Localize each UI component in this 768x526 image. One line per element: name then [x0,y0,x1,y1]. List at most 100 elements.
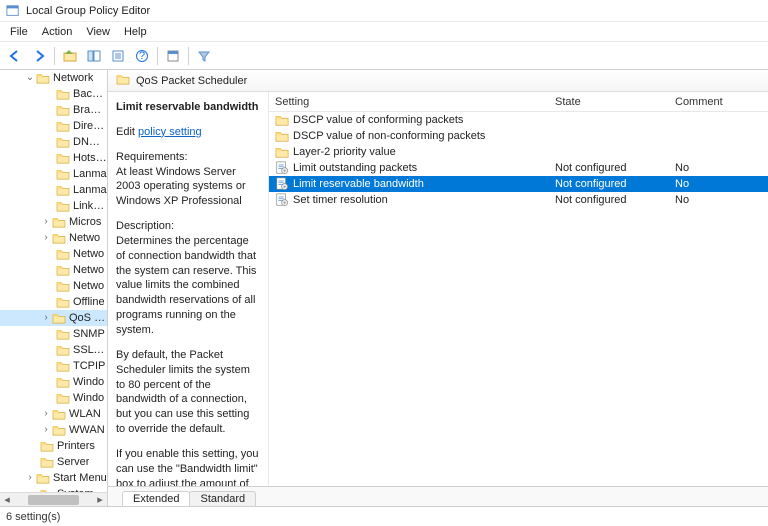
expand-icon[interactable]: › [40,310,52,326]
tab-extended[interactable]: Extended [122,491,190,506]
back-button[interactable] [4,45,26,67]
tree-item[interactable]: Offline [0,294,107,310]
tree-item[interactable]: Windo [0,374,107,390]
menu-help[interactable]: Help [118,24,153,40]
filter-button[interactable] [193,45,215,67]
export-list-button[interactable] [107,45,129,67]
tree-item[interactable]: Hotspo [0,150,107,166]
help-button[interactable]: ? [131,45,153,67]
setting-name: Layer-2 priority value [293,146,396,158]
tree-item[interactable]: Printers [0,438,107,454]
setting-row[interactable]: Set timer resolutionNot configuredNo [269,192,768,208]
up-button[interactable] [59,45,81,67]
expand-icon[interactable]: ⌄ [24,70,36,86]
tree-item-label: Link-La [73,198,107,214]
tree-item[interactable]: Lanma [0,182,107,198]
setting-row[interactable]: DSCP value of non-conforming packets [269,128,768,144]
column-comment[interactable]: Comment [669,96,768,108]
panel-title: QoS Packet Scheduler [136,75,247,87]
forward-button[interactable] [28,45,50,67]
expand-icon[interactable]: › [40,230,52,246]
folder-icon [56,328,70,340]
tree-item[interactable]: Link-La [0,198,107,214]
toolbar: ? [0,42,768,70]
app-icon [6,4,20,18]
tree-item-label: Windo [73,390,104,406]
folder-icon [36,472,50,484]
navigation-tree[interactable]: ⌄NetworkBackgrBranchDirectADNS CHotspoLa… [0,70,108,506]
tree-item-label: QoS Pa [69,310,107,326]
menu-action[interactable]: Action [36,24,79,40]
tree-item[interactable]: › QoS Pa [0,310,107,326]
tree-item-label: DNS C [73,134,107,150]
status-bar: 6 setting(s) [0,506,768,526]
setting-row[interactable]: DSCP value of conforming packets [269,112,768,128]
tree-item[interactable]: Server [0,454,107,470]
folder-icon [40,456,54,468]
folder-icon [56,344,70,356]
expand-icon[interactable]: › [40,422,52,438]
tree-item[interactable]: SSL Co [0,342,107,358]
tree-item[interactable]: TCPIP [0,358,107,374]
tree-item[interactable]: Windo [0,390,107,406]
tree-item-label: Netwo [73,278,104,294]
folder-icon [56,136,70,148]
setting-comment: No [669,194,768,206]
properties-button[interactable] [162,45,184,67]
setting-row[interactable]: Limit outstanding packetsNot configuredN… [269,160,768,176]
folder-icon [56,184,70,196]
setting-row[interactable]: Layer-2 priority value [269,144,768,160]
tree-item[interactable]: Netwo [0,278,107,294]
tree-item[interactable]: › Start Menu [0,470,107,486]
folder-icon [56,392,70,404]
tree-item[interactable]: DNS C [0,134,107,150]
show-hide-tree-button[interactable] [83,45,105,67]
tree-item[interactable]: Netwo [0,246,107,262]
tree-item-label: DirectA [73,118,107,134]
tree-item[interactable]: › WWAN [0,422,107,438]
tree-item[interactable]: Netwo [0,262,107,278]
setting-comment: No [669,162,768,174]
tree-item[interactable]: Backgr [0,86,107,102]
tree-item[interactable]: Branch [0,102,107,118]
setting-row[interactable]: Limit reservable bandwidth Not configured… [269,176,768,192]
menu-file[interactable]: File [4,24,34,40]
edit-policy-link[interactable]: policy setting [138,126,202,138]
setting-name: Limit reservable bandwidth [293,178,424,190]
tree-item-label: Micros [69,214,101,230]
tree-item-label: WWAN [69,422,105,438]
expand-icon[interactable]: › [24,470,36,486]
requirements-text: At least Windows Server 2003 operating s… [116,166,246,208]
tree-item[interactable]: ⌄Network [0,70,107,86]
tree-item[interactable]: › Micros [0,214,107,230]
menu-view[interactable]: View [80,24,116,40]
tree-item-label: Lanma [73,166,107,182]
policy-icon [275,193,289,207]
tree-item-label: Offline [73,294,105,310]
tree-item[interactable]: Lanma [0,166,107,182]
tree-item-label: Start Menu [53,470,107,486]
folder-icon [56,360,70,372]
expand-icon[interactable]: › [40,214,52,230]
panel-icon [116,73,130,88]
setting-name: Limit outstanding packets [293,162,417,174]
menu-bar: File Action View Help [0,22,768,42]
tree-item-label: Backgr [73,86,107,102]
tree-item[interactable]: ›Netwo [0,230,107,246]
setting-state: Not configured [549,178,669,190]
folder-icon [56,280,70,292]
tree-item[interactable]: DirectA [0,118,107,134]
tree-item[interactable]: ›WLAN [0,406,107,422]
expand-icon[interactable]: › [40,406,52,422]
main-area: ⌄NetworkBackgrBranchDirectADNS CHotspoLa… [0,70,768,506]
tree-item-label: Netwo [73,262,104,278]
tree-horizontal-scrollbar[interactable]: ◂ ▸ [0,492,107,506]
tab-standard[interactable]: Standard [189,491,256,506]
column-setting[interactable]: Setting [269,96,549,108]
folder-icon [275,113,289,127]
folder-icon [56,248,70,260]
column-state[interactable]: State [549,96,669,108]
tree-item[interactable]: SNMP [0,326,107,342]
folder-icon [56,264,70,276]
tree-item-label: TCPIP [73,358,105,374]
